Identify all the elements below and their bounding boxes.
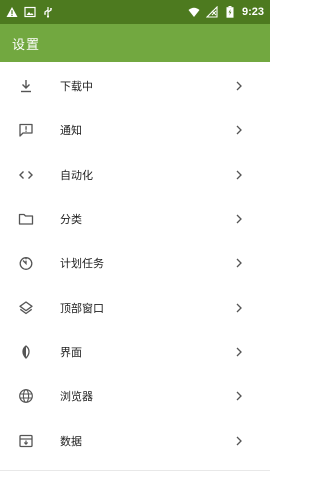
page-title: 设置: [12, 37, 41, 53]
timer-icon: [17, 254, 35, 272]
status-bar-right: 9:23: [188, 6, 264, 18]
usb-icon: [42, 6, 54, 18]
menu-item-label: 浏览器: [60, 390, 93, 404]
layers-icon: [17, 299, 35, 317]
menu-item-interface[interactable]: 界面: [0, 330, 270, 374]
menu-item-downloading[interactable]: 下载中: [0, 64, 270, 108]
menu-item-label: 下载中: [60, 80, 93, 94]
chevron-right-icon: [234, 170, 244, 180]
image-icon: [24, 6, 36, 18]
menu-item-label: 通知: [60, 124, 82, 138]
menu-item-notifications[interactable]: 通知: [0, 108, 270, 152]
folder-icon: [17, 210, 35, 228]
menu-item-label: 自动化: [60, 168, 93, 182]
chevron-right-icon: [234, 303, 244, 313]
chevron-right-icon: [234, 258, 244, 268]
battery-icon: [224, 6, 236, 18]
menu-item-label: 计划任务: [60, 257, 104, 271]
menu-item-label: 数据: [60, 434, 82, 448]
menu-item-categories[interactable]: 分类: [0, 197, 270, 241]
chevron-right-icon: [234, 125, 244, 135]
wifi-icon: [188, 6, 200, 18]
no-signal-icon: [205, 6, 218, 18]
menu-item-automation[interactable]: 自动化: [0, 153, 270, 197]
settings-menu: 下载中 通知 自动化 分类 计划任务 顶部窗口 界面 浏览器 数据: [0, 64, 270, 463]
menu-item-top-window[interactable]: 顶部窗口: [0, 285, 270, 329]
chevron-right-icon: [234, 214, 244, 224]
notification-icon: [17, 121, 35, 139]
globe-icon: [17, 387, 35, 405]
status-bar: 9:23: [0, 0, 270, 24]
menu-item-browser[interactable]: 浏览器: [0, 374, 270, 418]
status-time: 9:23: [241, 6, 264, 18]
chevron-right-icon: [234, 81, 244, 91]
status-bar-left: [6, 6, 54, 18]
code-icon: [17, 166, 35, 184]
download-icon: [17, 77, 35, 95]
warning-icon: [6, 6, 18, 18]
menu-item-data[interactable]: 数据: [0, 418, 270, 462]
chevron-right-icon: [234, 436, 244, 446]
chevron-right-icon: [234, 391, 244, 401]
contrast-icon: [17, 343, 35, 361]
menu-item-scheduled-tasks[interactable]: 计划任务: [0, 241, 270, 285]
menu-item-label: 分类: [60, 213, 82, 227]
app-bar: 设置: [0, 24, 270, 62]
menu-item-label: 顶部窗口: [60, 301, 104, 315]
divider: [0, 470, 270, 471]
chevron-right-icon: [234, 347, 244, 357]
menu-item-label: 界面: [60, 345, 82, 359]
archive-icon: [17, 432, 35, 450]
